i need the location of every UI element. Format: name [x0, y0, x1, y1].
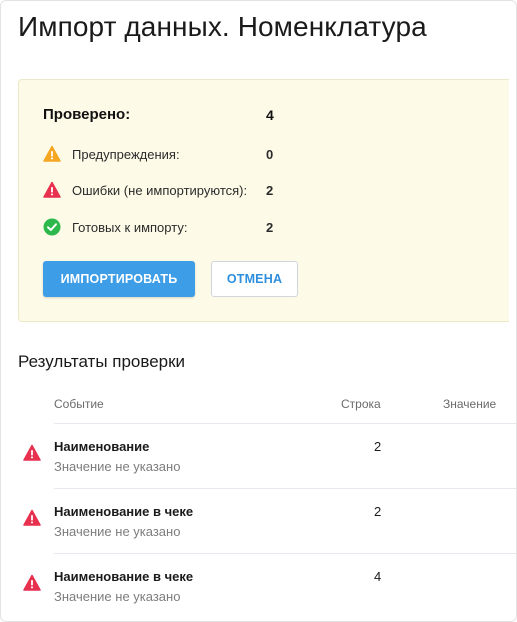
- table-row[interactable]: Наименование Значение не указано 2: [1, 425, 516, 489]
- row-field-name: Наименование в чеке: [54, 569, 194, 584]
- row-message: Значение не указано: [54, 524, 181, 539]
- table-divider: [54, 423, 516, 424]
- error-icon: [23, 574, 41, 592]
- check-circle-icon: [43, 218, 61, 236]
- ready-value: 2: [266, 219, 274, 235]
- results-title: Результаты проверки: [18, 352, 186, 371]
- column-header-value[interactable]: Значение: [443, 397, 496, 411]
- checked-label: Проверено:: [43, 106, 131, 123]
- column-header-row[interactable]: Строка: [341, 397, 381, 411]
- error-icon: [23, 509, 41, 527]
- page-title: Импорт данных. Номенклатура: [18, 11, 427, 42]
- table-row[interactable]: Наименование в чеке Значение не указано …: [1, 490, 516, 554]
- column-header-event[interactable]: Событие: [54, 397, 104, 411]
- row-field-name: Наименование в чеке: [54, 504, 194, 519]
- summary-warnings: Предупреждения: 0: [43, 145, 273, 163]
- summary-checked: Проверено: 4: [43, 106, 274, 123]
- errors-label: Ошибки (не импортируются):: [72, 182, 248, 198]
- row-message: Значение не указано: [54, 589, 181, 604]
- ready-label: Готовых к импорту:: [72, 219, 188, 235]
- row-number: 2: [374, 439, 382, 454]
- row-number: 4: [374, 569, 382, 584]
- row-number: 2: [374, 504, 382, 519]
- summary-ready: Готовых к импорту: 2: [43, 218, 273, 236]
- table-divider: [54, 553, 516, 554]
- cancel-button[interactable]: ОТМЕНА: [211, 261, 298, 297]
- table-row[interactable]: Наименование в чеке Значение не указано …: [1, 555, 516, 619]
- import-window: Импорт данных. Номенклатура Проверено: 4…: [0, 0, 517, 622]
- errors-value: 2: [266, 182, 274, 198]
- error-icon: [23, 444, 41, 462]
- warnings-value: 0: [266, 146, 274, 162]
- row-message: Значение не указано: [54, 459, 181, 474]
- summary-errors: Ошибки (не импортируются): 2: [43, 181, 273, 199]
- import-button[interactable]: ИМПОРТИРОВАТЬ: [43, 261, 195, 297]
- warning-icon: [43, 145, 61, 163]
- check-summary-panel: Проверено: 4 Предупреждения: 0 Ошибки (н…: [18, 79, 509, 322]
- row-field-name: Наименование: [54, 439, 150, 454]
- table-divider: [54, 488, 516, 489]
- checked-value: 4: [266, 106, 274, 123]
- warnings-label: Предупреждения:: [72, 146, 180, 162]
- error-icon: [43, 181, 61, 199]
